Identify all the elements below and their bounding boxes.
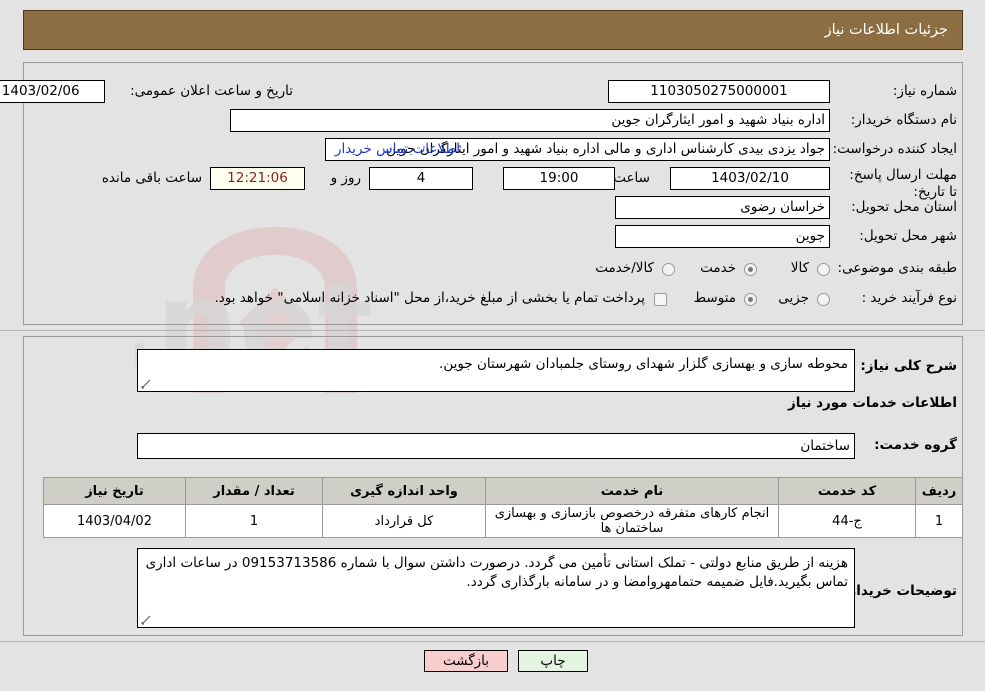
need-number-label: شماره نیاز: [892,83,957,99]
cell-row: 1 [915,504,963,538]
hour-field[interactable]: 19:00 [503,167,615,190]
deadline-label: مهلت ارسال پاسخ: تا تاریخ: [849,167,957,200]
print-button[interactable]: چاپ [518,650,588,672]
general-need-label: شرح کلی نیاز: [860,358,957,374]
province-label: استان محل تحویل: [851,199,957,215]
process-label: نوع فرآیند خرید : [861,290,957,306]
resize-grip-icon [141,615,151,625]
days-field[interactable]: 4 [369,167,473,190]
page-root: ArtaTender.net جزئیات اطلاعات نیاز شماره… [0,0,985,691]
col-row: ردیف [915,477,963,505]
city-label: شهر محل تحویل: [859,228,957,244]
treasury-bonds-checkbox[interactable] [654,293,667,306]
back-button[interactable]: بازگشت [424,650,508,672]
radio-process-motavaset-label: متوسط [693,290,736,306]
announce-label: تاریخ و ساعت اعلان عمومی: [130,83,293,99]
services-info-heading: اطلاعات خدمات مورد نیاز [787,395,957,411]
treasury-bonds-label: پرداخت تمام یا بخشی از مبلغ خرید،از محل … [214,290,645,306]
divider-bottom [0,641,985,642]
announce-field[interactable]: 1403/02/06 - 06:23 [0,80,105,103]
buyer-contact-link[interactable]: اطلاعات تماس خریدار [335,141,460,157]
radio-category-kala-khedmat[interactable] [662,263,675,276]
radio-category-khedmat-label: خدمت [700,260,736,276]
buyer-notes-label: توضیحات خریدار: [843,583,957,599]
radio-category-kala-khedmat-label: کالا/خدمت [595,260,654,276]
radio-process-jozei[interactable] [817,293,830,306]
buyer-org-field[interactable]: اداره بنیاد شهید و امور ایثارگران جوین [230,109,830,132]
divider-top [0,330,985,331]
radio-process-jozei-label: جزیی [778,290,809,306]
days-label: روز و [330,170,361,186]
col-unit: واحد اندازه گیری [322,477,486,505]
general-need-textarea[interactable]: محوطه سازی و بهسازی گلزار شهدای روستای ج… [137,349,855,392]
radio-category-kala-label: کالا [790,260,809,276]
radio-category-khedmat[interactable] [744,263,757,276]
col-code: کد خدمت [778,477,916,505]
deadline-date-field[interactable]: 1403/02/10 [670,167,830,190]
cell-unit: کل قرارداد [322,504,486,538]
col-name: نام خدمت [485,477,779,505]
radio-process-motavaset[interactable] [744,293,757,306]
buyer-notes-textarea[interactable]: هزینه از طریق منابع دولتی - تملک استانی … [137,548,855,628]
service-group-field[interactable]: ساختمان [137,433,855,459]
table-row: 1 ج-44 انجام کارهای متفرقه درخصوص بازساز… [43,504,963,538]
countdown-timer-field: 12:21:06 [210,167,305,190]
general-need-value: محوطه سازی و بهسازی گلزار شهدای روستای ج… [439,356,848,372]
page-title: جزئیات اطلاعات نیاز [824,22,948,38]
service-group-label: گروه خدمت: [874,437,957,453]
page-title-bar: جزئیات اطلاعات نیاز [23,10,963,50]
cell-date: 1403/04/02 [43,504,186,538]
table-header-row: ردیف کد خدمت نام خدمت واحد اندازه گیری ت… [43,477,963,505]
radio-category-kala[interactable] [817,263,830,276]
city-field[interactable]: جوین [615,225,830,248]
remaining-label: ساعت باقی مانده [101,170,202,186]
cell-code: ج-44 [778,504,916,538]
province-field[interactable]: خراسان رضوی [615,196,830,219]
col-qty: تعداد / مقدار [185,477,323,505]
hour-label: ساعت [613,170,650,186]
cell-qty: 1 [185,504,323,538]
creator-label: ایجاد کننده درخواست: [832,141,957,157]
category-label: طبقه بندی موضوعی: [837,260,957,276]
cell-name: انجام کارهای متفرقه درخصوص بازسازی و بهس… [485,504,779,538]
services-table: ردیف کد خدمت نام خدمت واحد اندازه گیری ت… [43,477,963,538]
col-date: تاریخ نیاز [43,477,186,505]
need-number-field[interactable]: 1103050275000001 [608,80,830,103]
buyer-org-label: نام دستگاه خریدار: [850,112,957,128]
buyer-notes-value: هزینه از طریق منابع دولتی - تملک استانی … [145,555,848,590]
resize-grip-icon [141,379,151,389]
